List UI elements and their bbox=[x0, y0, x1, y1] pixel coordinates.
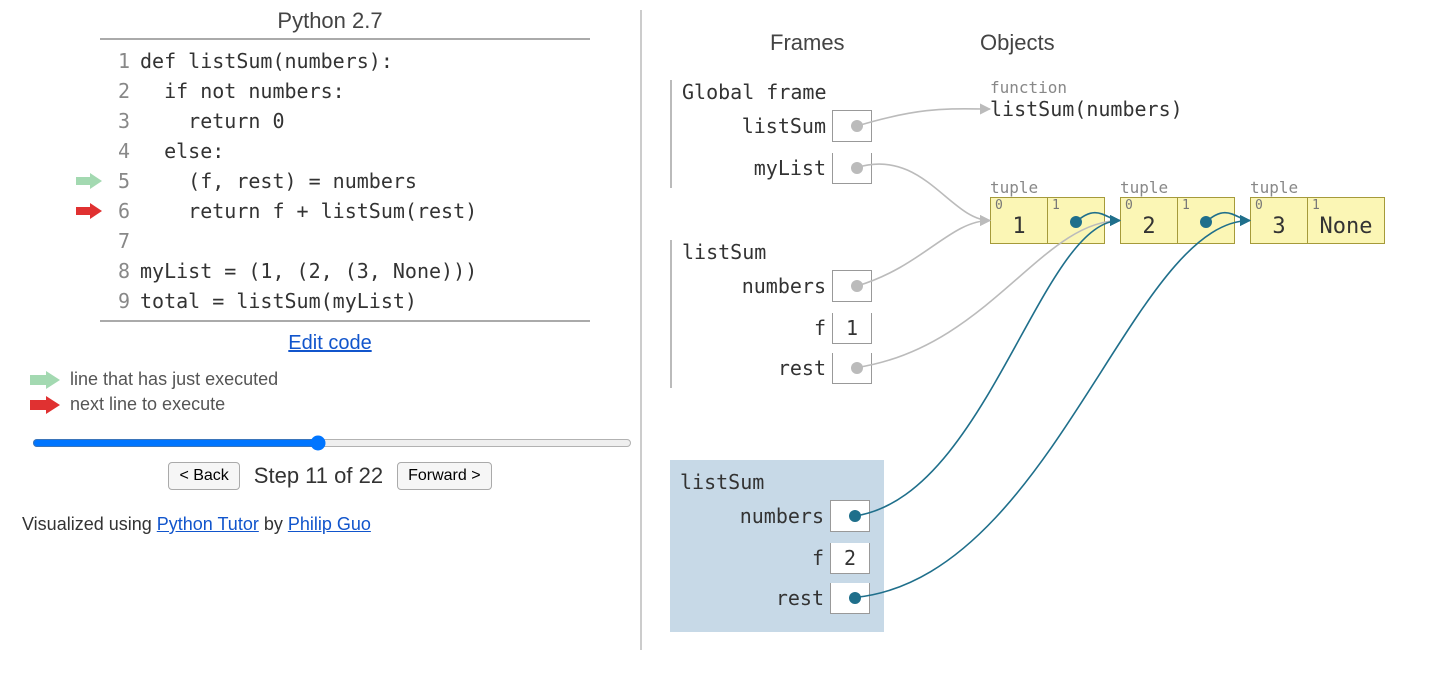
arrow-prev-icon bbox=[30, 371, 60, 389]
object-tuple-2: tuple 03 1None bbox=[1250, 178, 1385, 244]
forward-button[interactable]: Forward > bbox=[397, 462, 491, 490]
pointer-dot bbox=[851, 362, 863, 374]
pointer-dot bbox=[851, 120, 863, 132]
pointer-dot bbox=[851, 162, 863, 174]
var-value-box: 2 bbox=[830, 543, 870, 574]
author-link[interactable]: Philip Guo bbox=[288, 514, 371, 534]
var-name: numbers bbox=[740, 504, 830, 528]
frames-heading: Frames bbox=[770, 30, 845, 56]
object-type-label: tuple bbox=[1250, 178, 1385, 197]
code-line: 8 myList = (1, (2, (3, None))) bbox=[20, 256, 640, 286]
legend-next-text: next line to execute bbox=[70, 394, 225, 415]
code-text: myList = (1, (2, (3, None))) bbox=[140, 259, 477, 283]
code-line: 5 (f, rest) = numbers bbox=[20, 166, 640, 196]
line-number: 4 bbox=[108, 139, 130, 163]
legend-prev-text: line that has just executed bbox=[70, 369, 278, 390]
frame-title: Global frame bbox=[682, 80, 872, 104]
code-listing: 1def listSum(numbers):2 if not numbers:3… bbox=[20, 46, 640, 316]
var-value-box bbox=[830, 500, 870, 532]
code-text: (f, rest) = numbers bbox=[140, 169, 417, 193]
code-text: return f + listSum(rest) bbox=[140, 199, 477, 223]
legend-prev-line: line that has just executed bbox=[30, 369, 640, 390]
python-tutor-link[interactable]: Python Tutor bbox=[157, 514, 259, 534]
vertical-divider bbox=[640, 10, 642, 650]
var-name: listSum bbox=[742, 114, 832, 138]
code-panel: Python 2.7 1 def listSum(numbers): 2 if no… bbox=[20, 0, 640, 535]
var-name: numbers bbox=[742, 274, 832, 298]
pointer-dot bbox=[1070, 216, 1082, 228]
line-number: 8 bbox=[108, 259, 130, 283]
line-number: 3 bbox=[108, 109, 130, 133]
var-name: f bbox=[814, 316, 832, 340]
language-title: Python 2.7 bbox=[20, 8, 640, 34]
var-value-box bbox=[832, 270, 872, 302]
legend-next-line: next line to execute bbox=[30, 394, 640, 415]
var-name: rest bbox=[776, 586, 830, 610]
line-number: 6 bbox=[108, 199, 130, 223]
var-value-box bbox=[830, 583, 870, 614]
pointer-dot bbox=[849, 510, 861, 522]
frame-global: Global frame listSum myList bbox=[670, 80, 872, 188]
tuple-box: 01 1 bbox=[990, 197, 1105, 244]
code-top-rule bbox=[100, 38, 590, 40]
pointer-dot bbox=[849, 592, 861, 604]
var-value-box bbox=[832, 153, 872, 184]
arrow-next-icon bbox=[74, 203, 102, 219]
line-number: 1 bbox=[108, 49, 130, 73]
var-value-box bbox=[832, 353, 872, 384]
var-value-box: 1 bbox=[832, 313, 872, 344]
pointer-dot bbox=[1200, 216, 1212, 228]
code-line: 4 else: bbox=[20, 136, 640, 166]
object-type-label: tuple bbox=[990, 178, 1105, 197]
code-text: return 0 bbox=[140, 109, 285, 133]
code-bottom-rule bbox=[100, 320, 590, 322]
object-type-label: tuple bbox=[1120, 178, 1235, 197]
step-slider[interactable] bbox=[32, 435, 632, 451]
arrow-prev-icon bbox=[74, 173, 102, 189]
tuple-cell-value: 3 bbox=[1257, 214, 1301, 239]
tuple-cell-value: 1 bbox=[997, 214, 1041, 239]
code-text: total = listSum(myList) bbox=[140, 289, 417, 313]
var-name: f bbox=[812, 546, 830, 570]
tuple-cell-value: None bbox=[1314, 214, 1378, 239]
tuple-box: 02 1 bbox=[1120, 197, 1235, 244]
object-func-signature: listSum(numbers) bbox=[990, 97, 1183, 121]
objects-heading: Objects bbox=[980, 30, 1055, 56]
tuple-box: 03 1None bbox=[1250, 197, 1385, 244]
code-line: 3 return 0 bbox=[20, 106, 640, 136]
object-tuple-1: tuple 02 1 bbox=[1120, 178, 1235, 244]
credit-line: Visualized using Python Tutor by Philip … bbox=[22, 514, 640, 535]
code-line: 2 if not numbers: bbox=[20, 76, 640, 106]
frame-title: listSum bbox=[682, 240, 872, 264]
line-number: 7 bbox=[108, 229, 130, 253]
line-number: 9 bbox=[108, 289, 130, 313]
code-text: else: bbox=[140, 139, 224, 163]
tuple-cell-value: 2 bbox=[1127, 214, 1171, 239]
code-text: if not numbers: bbox=[140, 79, 345, 103]
frame-listsum-1: listSum numbers f1 rest bbox=[670, 240, 872, 388]
arrow-next-icon bbox=[30, 396, 60, 414]
code-line: 6 return f + listSum(rest) bbox=[20, 196, 640, 226]
code-line: 1 def listSum(numbers): bbox=[20, 46, 640, 76]
code-text: def listSum(numbers): bbox=[140, 49, 393, 73]
object-function: function listSum(numbers) bbox=[990, 78, 1183, 121]
line-number: 5 bbox=[108, 169, 130, 193]
code-line: 7 bbox=[20, 226, 640, 256]
line-number: 2 bbox=[108, 79, 130, 103]
edit-code-link[interactable]: Edit code bbox=[288, 332, 371, 354]
var-name: rest bbox=[778, 356, 832, 380]
step-indicator: Step 11 of 22 bbox=[254, 463, 383, 489]
var-name: myList bbox=[754, 156, 832, 180]
object-type-label: function bbox=[990, 78, 1183, 97]
object-tuple-0: tuple 01 1 bbox=[990, 178, 1105, 244]
back-button[interactable]: < Back bbox=[168, 462, 239, 490]
frame-title: listSum bbox=[680, 470, 870, 494]
code-line: 9 total = listSum(myList) bbox=[20, 286, 640, 316]
frame-listsum-2-active: listSum numbers f2 rest bbox=[670, 460, 884, 632]
var-value-box bbox=[832, 110, 872, 142]
pointer-dot bbox=[851, 280, 863, 292]
